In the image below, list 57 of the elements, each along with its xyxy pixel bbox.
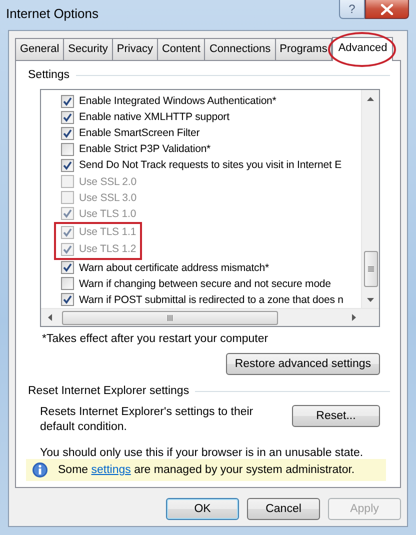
- option-label: Warn if changing between secure and not secure mode: [79, 278, 331, 290]
- checkbox[interactable]: [61, 158, 74, 172]
- option-label: Warn if POST submittal is redirected to a zone that does n: [79, 294, 344, 306]
- checkmark-icon: [63, 160, 72, 170]
- horizontal-scrollbar[interactable]: [41, 308, 379, 326]
- group-heading: Reset Internet Explorer settings: [28, 385, 190, 397]
- scroll-left-icon[interactable]: [48, 314, 52, 321]
- grip-icon: [368, 266, 374, 272]
- tab[interactable]: Connections: [204, 38, 276, 60]
- checkbox[interactable]: [61, 277, 74, 290]
- checkbox[interactable]: [61, 110, 74, 124]
- tab[interactable]: General: [15, 38, 64, 60]
- option-label: Use TLS 1.2: [79, 243, 136, 256]
- tab[interactable]: Privacy: [112, 38, 158, 60]
- scroll-down-icon[interactable]: [367, 298, 374, 302]
- reset-warning: You should only use this if your browser is in an unusable state.: [40, 447, 364, 459]
- restart-note: *Takes effect after you restart your computer: [42, 333, 270, 345]
- checkbox[interactable]: [61, 142, 74, 156]
- close-button[interactable]: [365, 0, 409, 19]
- checkbox[interactable]: [61, 126, 74, 140]
- group-heading: Settings: [28, 69, 70, 81]
- tab[interactable]: Programs: [274, 38, 332, 60]
- option-label: Send Do Not Track requests to sites you visit in Internet E: [79, 159, 342, 172]
- checkmark-icon: [63, 295, 72, 304]
- tab[interactable]: Content: [156, 38, 206, 60]
- dialog-button: Apply: [328, 498, 401, 520]
- restore-button[interactable]: Restore advanced settings: [226, 353, 380, 375]
- help-button[interactable]: ?: [339, 0, 365, 19]
- scroll-thumb[interactable]: [364, 251, 378, 287]
- tab[interactable]: Security: [63, 38, 113, 60]
- close-icon: [381, 4, 393, 14]
- scroll-thumb[interactable]: [62, 310, 278, 324]
- checkbox[interactable]: [61, 293, 74, 306]
- reset-description: Resets Internet Explorer's settings to their default condition.: [40, 405, 254, 435]
- checkbox[interactable]: [61, 94, 74, 108]
- info-icon: [32, 462, 48, 478]
- option-label: Warn about certificate address mismatch*: [79, 262, 269, 274]
- info-message: Some settings are managed by your system administrator.: [58, 464, 355, 476]
- option-label: Enable SmartScreen Filter: [79, 127, 200, 140]
- dialog-button[interactable]: Cancel: [247, 498, 320, 520]
- option-label: Enable native XMLHTTP support: [79, 111, 230, 124]
- checkbox[interactable]: [61, 261, 74, 274]
- reset-button[interactable]: Reset...: [292, 405, 380, 427]
- scroll-up-icon[interactable]: [367, 96, 374, 100]
- option-label: Use TLS 1.0: [79, 208, 136, 220]
- settings-link[interactable]: settings: [91, 464, 131, 476]
- scroll-right-icon[interactable]: [352, 314, 356, 321]
- dialog-button[interactable]: OK: [166, 498, 239, 520]
- option-label: Use SSL 2.0: [79, 176, 136, 188]
- vertical-scrollbar[interactable]: [361, 90, 379, 308]
- option-label: Enable Strict P3P Validation*: [79, 143, 211, 156]
- grip-icon: [167, 314, 173, 320]
- option-label: Enable Integrated Windows Authentication*: [79, 95, 276, 108]
- option-label: Use SSL 3.0: [79, 192, 136, 204]
- window-title: Internet Options: [6, 6, 98, 21]
- option-label: Use TLS 1.1: [79, 226, 136, 238]
- tab[interactable]: Advanced: [332, 37, 394, 61]
